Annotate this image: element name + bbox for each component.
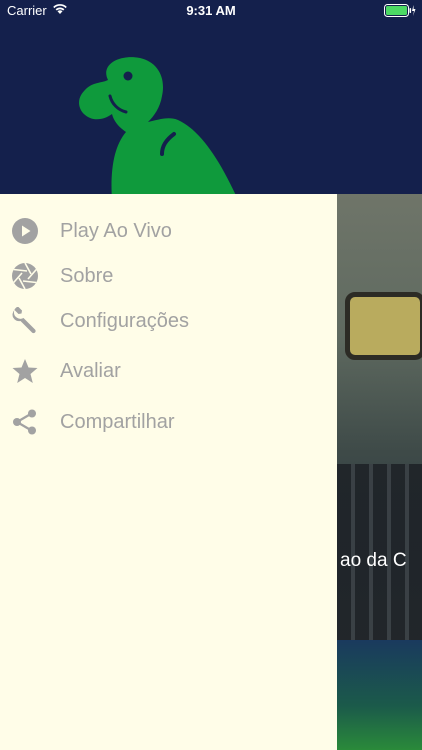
battery-icon: [384, 4, 416, 20]
background-app-content[interactable]: ao da C: [337, 0, 422, 750]
status-time: 9:31 AM: [186, 3, 236, 18]
aperture-icon: [12, 262, 38, 290]
star-icon: [12, 359, 38, 383]
glasses-shape: [345, 292, 422, 360]
menu-item-label: Compartilhar: [60, 411, 175, 433]
menu-item-label: Configurações: [60, 310, 189, 332]
menu-item-label: Avaliar: [60, 360, 121, 382]
menu-item-configuracoes[interactable]: Configurações: [0, 298, 337, 342]
play-icon: [12, 218, 38, 244]
background-photo: [337, 194, 422, 664]
background-caption: ao da C: [340, 550, 407, 571]
drawer-header: [0, 0, 337, 194]
menu-item-label: Sobre: [60, 265, 114, 287]
parrot-logo-icon: [79, 57, 236, 194]
background-header: [337, 0, 422, 194]
navigation-drawer: Play Ao Vivo Sobre Configurações Avaliar…: [0, 0, 337, 750]
share-icon: [13, 409, 36, 435]
menu-item-sobre[interactable]: Sobre: [0, 253, 337, 297]
menu-item-avaliar[interactable]: Avaliar: [0, 348, 337, 392]
menu-item-label: Play Ao Vivo: [60, 220, 172, 242]
menu-item-play-ao-vivo[interactable]: Play Ao Vivo: [0, 208, 337, 252]
status-bar: Carrier 9:31 AM: [0, 0, 422, 22]
drawer-menu: Play Ao Vivo Sobre Configurações Avaliar…: [0, 194, 337, 750]
menu-item-compartilhar[interactable]: Compartilhar: [0, 399, 337, 443]
wrench-icon: [12, 307, 36, 334]
background-bottom-bar: [337, 640, 422, 750]
